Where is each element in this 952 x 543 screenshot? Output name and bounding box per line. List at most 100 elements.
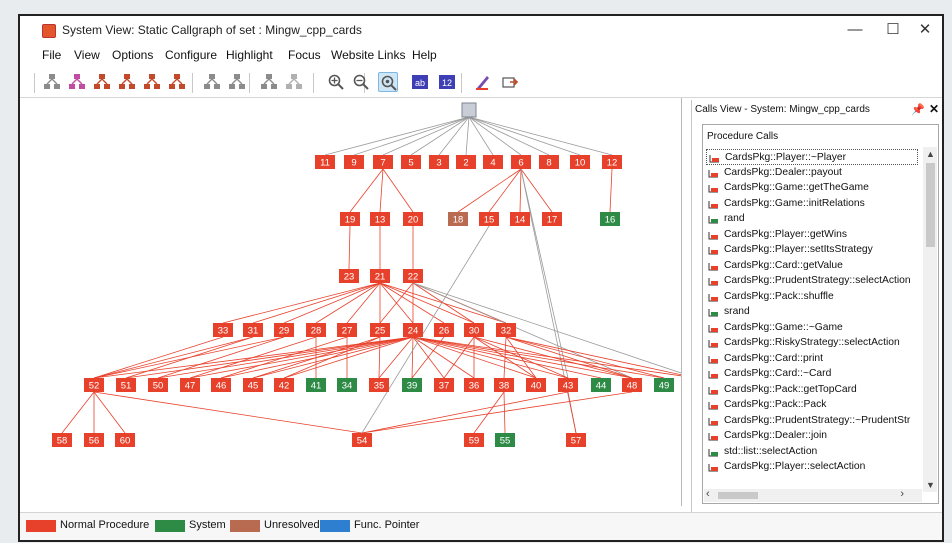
procedure-call-item[interactable]: CardsPkg::Card::print: [706, 351, 918, 367]
menu-help[interactable]: Help: [412, 48, 437, 62]
graph-node[interactable]: 43: [558, 378, 578, 392]
procedure-call-item[interactable]: CardsPkg::Pack::shuffle: [706, 289, 918, 305]
graph-node[interactable]: 9: [344, 155, 364, 169]
menu-focus[interactable]: Focus: [288, 48, 321, 62]
procedure-call-item[interactable]: CardsPkg::Player::selectAction: [706, 459, 918, 475]
graph-tree-icon[interactable]: [142, 72, 162, 92]
menu-website-links[interactable]: Website Links: [331, 48, 405, 62]
procedure-call-item[interactable]: CardsPkg::Pack::Pack: [706, 397, 918, 413]
graph-node[interactable]: 19: [340, 212, 360, 226]
procedure-call-item[interactable]: CardsPkg::Player::~Player: [706, 149, 918, 165]
procedure-call-item[interactable]: CardsPkg::PrudentStrategy::selectAction: [706, 273, 918, 289]
graph-tree-icon[interactable]: [67, 72, 87, 92]
close-button[interactable]: ✕: [910, 20, 940, 40]
graph-node[interactable]: 28: [306, 323, 326, 337]
graph-node[interactable]: 17: [542, 212, 562, 226]
graph-node[interactable]: 2: [456, 155, 476, 169]
graph-node[interactable]: 57: [566, 433, 586, 447]
graph-node[interactable]: 47: [180, 378, 200, 392]
procedure-call-item[interactable]: CardsPkg::Card::~Card: [706, 366, 918, 382]
graph-node[interactable]: 33: [213, 323, 233, 337]
graph-node[interactable]: 50: [148, 378, 168, 392]
graph-tree-icon[interactable]: [259, 72, 279, 92]
graph-node[interactable]: 25: [370, 323, 390, 337]
scroll-left-icon[interactable]: ‹: [706, 488, 710, 500]
scroll-down-icon[interactable]: ▼: [926, 480, 935, 490]
graph-node[interactable]: 56: [84, 433, 104, 447]
graph-node[interactable]: 21: [370, 269, 390, 283]
graph-node[interactable]: 49: [654, 378, 674, 392]
procedure-call-item[interactable]: rand: [706, 211, 918, 227]
zoom-in-icon[interactable]: [326, 72, 346, 92]
graph-node[interactable]: 42: [274, 378, 294, 392]
graph-node[interactable]: 40: [526, 378, 546, 392]
number-label-icon[interactable]: 12: [437, 72, 457, 92]
graph-node[interactable]: 13: [370, 212, 390, 226]
procedure-call-item[interactable]: CardsPkg::Pack::getTopCard: [706, 382, 918, 398]
menu-options[interactable]: Options: [112, 48, 153, 62]
graph-tree-icon[interactable]: [42, 72, 62, 92]
procedure-calls-list[interactable]: Procedure Calls CardsPkg::Player::~Playe…: [702, 124, 939, 504]
graph-node[interactable]: 31: [243, 323, 263, 337]
ab-label-icon[interactable]: ab: [410, 72, 430, 92]
graph-tree-icon[interactable]: [202, 72, 222, 92]
graph-node[interactable]: 23: [339, 269, 359, 283]
graph-node[interactable]: 6: [511, 155, 531, 169]
menu-view[interactable]: View: [74, 48, 100, 62]
pen-icon[interactable]: [473, 72, 493, 92]
graph-node[interactable]: 7: [373, 155, 393, 169]
procedure-call-item[interactable]: CardsPkg::Game::~Game: [706, 320, 918, 336]
procedure-call-item[interactable]: CardsPkg::RiskyStrategy::selectAction: [706, 335, 918, 351]
graph-node[interactable]: 29: [274, 323, 294, 337]
graph-tree-icon[interactable]: [92, 72, 112, 92]
graph-node[interactable]: 38: [494, 378, 514, 392]
graph-node[interactable]: 39: [402, 378, 422, 392]
graph-node[interactable]: 55: [495, 433, 515, 447]
vertical-scrollbar[interactable]: ▲ ▼: [923, 147, 937, 492]
graph-node[interactable]: 52: [84, 378, 104, 392]
graph-node[interactable]: 15: [479, 212, 499, 226]
graph-node[interactable]: 22: [403, 269, 423, 283]
export-icon[interactable]: [500, 72, 520, 92]
zoom-out-icon[interactable]: [351, 72, 371, 92]
graph-node[interactable]: 44: [591, 378, 611, 392]
graph-node[interactable]: 54: [352, 433, 372, 447]
graph-node[interactable]: 27: [337, 323, 357, 337]
graph-node[interactable]: 11: [315, 155, 335, 169]
hscroll-thumb[interactable]: [718, 492, 758, 499]
graph-node[interactable]: 10: [570, 155, 590, 169]
graph-node[interactable]: 58: [52, 433, 72, 447]
horizontal-scrollbar[interactable]: ‹ ›: [704, 488, 922, 502]
graph-node[interactable]: 8: [539, 155, 559, 169]
graph-tree-icon[interactable]: [284, 72, 304, 92]
graph-node[interactable]: 36: [464, 378, 484, 392]
graph-node[interactable]: 5: [401, 155, 421, 169]
graph-tree-icon[interactable]: [167, 72, 187, 92]
graph-tree-icon[interactable]: [227, 72, 247, 92]
graph-node[interactable]: 46: [211, 378, 231, 392]
graph-node[interactable]: 51: [116, 378, 136, 392]
callgraph-canvas[interactable]: 11 9 7 5 3 2 4 6 8 10 12 19 13 20 18 15 14 17 16 23 21 22 33 31…: [32, 98, 682, 506]
procedure-call-item[interactable]: CardsPkg::Player::setItsStrategy: [706, 242, 918, 258]
graph-tree-icon[interactable]: [117, 72, 137, 92]
pin-icon[interactable]: 📌: [911, 103, 925, 116]
procedure-call-item[interactable]: CardsPkg::Game::initRelations: [706, 196, 918, 212]
graph-node[interactable]: 41: [306, 378, 326, 392]
procedure-call-item[interactable]: CardsPkg::PrudentStrategy::~PrudentStr: [706, 413, 918, 429]
graph-node[interactable]: 37: [434, 378, 454, 392]
graph-node[interactable]: 4: [483, 155, 503, 169]
graph-node[interactable]: 35: [369, 378, 389, 392]
zoom-fit-icon[interactable]: [378, 72, 398, 92]
menu-file[interactable]: File: [42, 48, 61, 62]
graph-node[interactable]: 34: [337, 378, 357, 392]
graph-node[interactable]: 20: [403, 212, 423, 226]
graph-node[interactable]: 16: [600, 212, 620, 226]
procedure-call-item[interactable]: CardsPkg::Dealer::join: [706, 428, 918, 444]
procedure-call-item[interactable]: CardsPkg::Card::getValue: [706, 258, 918, 274]
graph-node[interactable]: 32: [496, 323, 516, 337]
graph-node[interactable]: 60: [115, 433, 135, 447]
procedure-call-item[interactable]: CardsPkg::Player::getWins: [706, 227, 918, 243]
maximize-button[interactable]: ☐: [878, 20, 908, 40]
minimize-button[interactable]: —: [840, 20, 870, 40]
graph-node[interactable]: 59: [464, 433, 484, 447]
